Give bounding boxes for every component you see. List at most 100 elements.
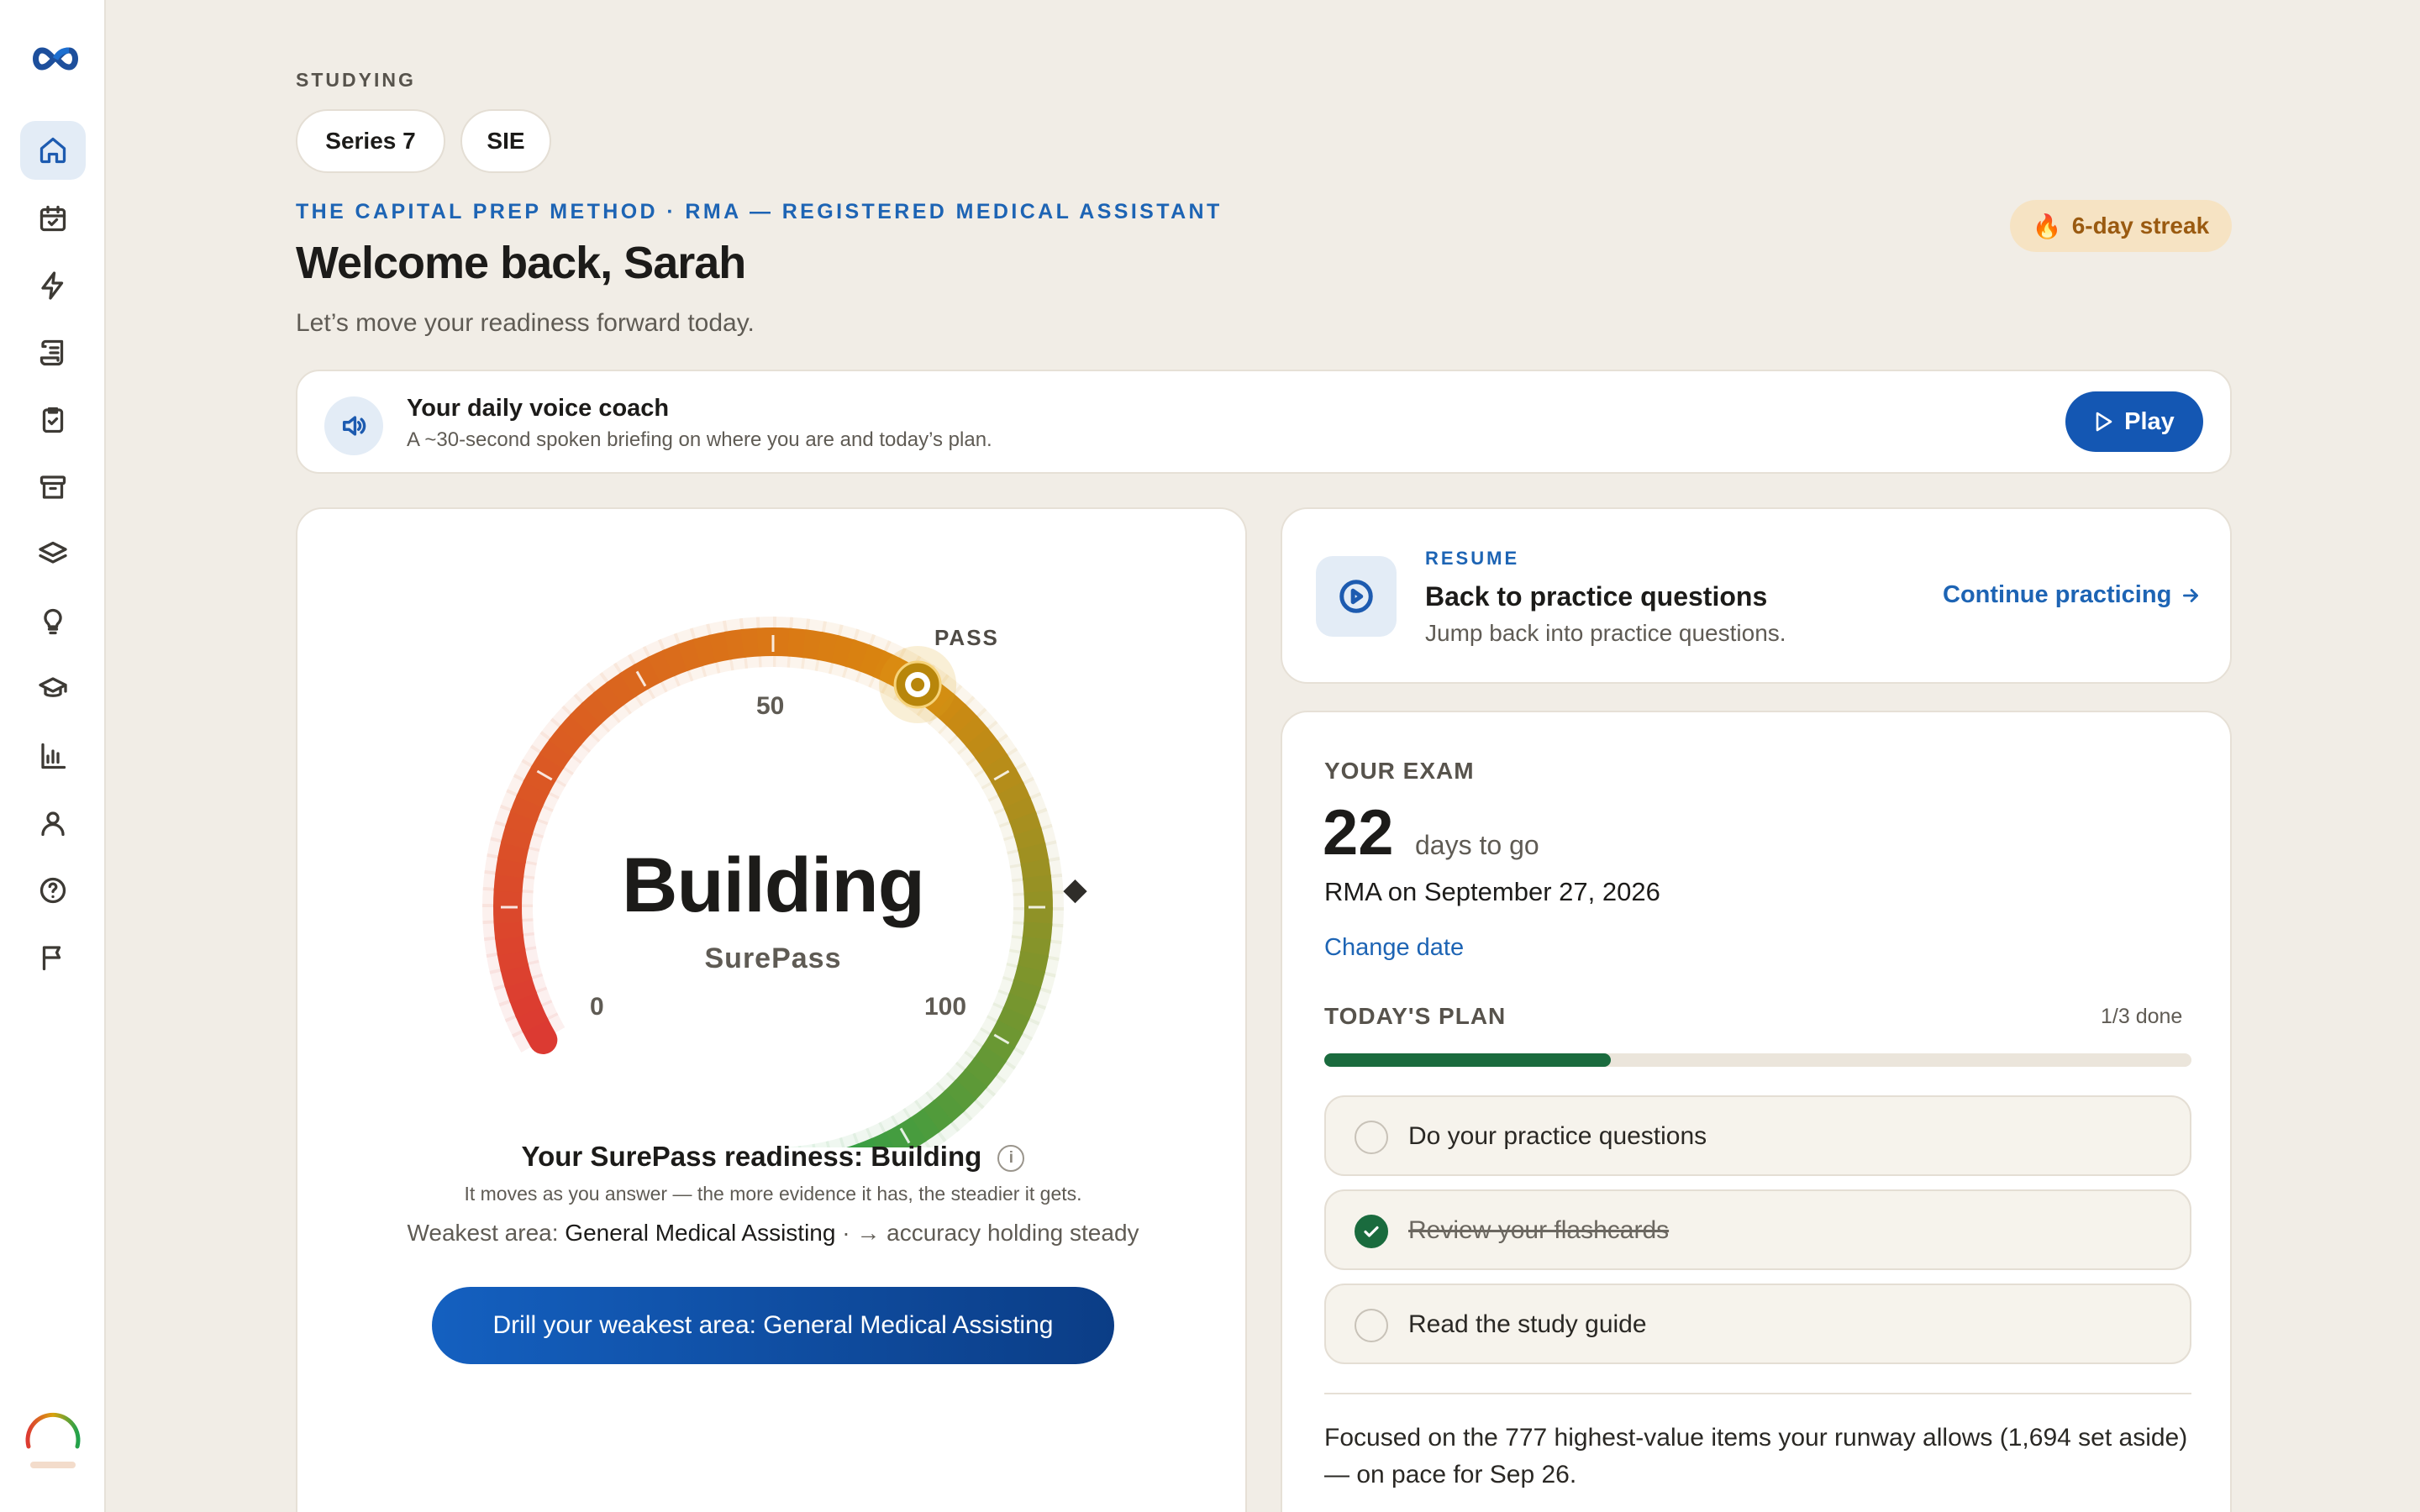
gauge-arc-segment xyxy=(933,1089,965,1123)
check-icon xyxy=(1364,1226,1379,1237)
gauge-label-50: 50 xyxy=(756,692,785,720)
plan-done-count: 1/3 done xyxy=(2101,1005,2183,1028)
gauge-arc-segment xyxy=(509,990,543,1018)
gauge-arc-segment xyxy=(772,627,792,657)
streak-badge: 🔥 6-day streak xyxy=(2010,200,2232,252)
nav-profile[interactable] xyxy=(20,794,86,853)
gauge-arc-segment xyxy=(1008,811,1042,837)
weakest-prefix: Weakest area: xyxy=(407,1220,559,1246)
gauge-arc-segment xyxy=(816,632,840,664)
resume-card[interactable]: RESUME Back to practice questions Jump b… xyxy=(1281,507,2232,684)
mini-readiness-gauge-icon[interactable] xyxy=(22,1404,84,1472)
gauge-arc-segment xyxy=(515,1004,549,1033)
lightning-icon xyxy=(41,271,64,300)
plan-task-label: Review your flashcards xyxy=(1408,1216,1670,1244)
resume-eyebrow: RESUME xyxy=(1425,548,1520,569)
gauge-arc-segment xyxy=(909,1108,940,1142)
gauge-arc-segment xyxy=(973,1045,1007,1077)
gauge-arc-segment xyxy=(1008,979,1042,1005)
exam-chip-series7[interactable]: Series 7 xyxy=(296,109,445,173)
logo-icon[interactable] xyxy=(30,44,81,74)
page-subtitle: Let’s move your readiness forward today. xyxy=(296,309,755,337)
gauge-label-100: 100 xyxy=(924,993,967,1021)
streak-label: 6-day streak xyxy=(2071,213,2210,239)
weakest-area-line: Weakest area: General Medical Assisting … xyxy=(297,1220,1249,1247)
gauge-arc-segment xyxy=(990,767,1024,797)
exam-card: YOUR EXAM 22 days to go RMA on September… xyxy=(1281,711,2232,1512)
gauge-arc-segment xyxy=(859,644,886,678)
gauge-arc-segment xyxy=(965,727,999,759)
checkbox-icon[interactable] xyxy=(1355,1215,1388,1248)
gauge-arc-segment xyxy=(677,638,703,672)
gauge-handle-center xyxy=(911,677,925,691)
plan-task[interactable]: Read the study guide xyxy=(1324,1284,2191,1364)
gauge-arc-segment xyxy=(945,703,979,737)
nav-stats[interactable] xyxy=(20,727,86,785)
exam-chip-sie[interactable]: SIE xyxy=(460,109,551,173)
plan-task[interactable]: Review your flashcards xyxy=(1324,1189,2191,1270)
program-eyebrow: THE CAPITAL PREP METHOD · RMA — REGISTER… xyxy=(296,200,1223,223)
info-icon[interactable]: i xyxy=(997,1145,1025,1172)
continue-practicing-link[interactable]: Continue practicing xyxy=(1943,581,2202,609)
checkbox-icon[interactable] xyxy=(1355,1309,1388,1342)
gauge-arc-segment xyxy=(516,779,550,808)
exam-label: YOUR EXAM xyxy=(1324,758,1475,784)
readiness-card: 50 PASS 0 100 Building SurePass Your Sur… xyxy=(296,507,1247,1512)
gauge-arc-segment xyxy=(569,701,602,735)
resume-title: Back to practice questions xyxy=(1425,581,1768,612)
gauge-arc-segment xyxy=(510,794,544,822)
user-icon xyxy=(41,811,65,837)
gauge-arc-segment xyxy=(740,627,761,659)
voice-coach-title: Your daily voice coach xyxy=(407,395,670,422)
gauge-arc-segment xyxy=(581,691,613,725)
nav-tests[interactable] xyxy=(20,391,86,449)
gauge-arc-segment xyxy=(1002,993,1036,1021)
nav-archive[interactable] xyxy=(20,458,86,517)
nav-courses[interactable] xyxy=(20,659,86,718)
gauge-arc-segment xyxy=(996,1006,1030,1036)
gauge-arc-segment xyxy=(530,751,565,782)
gauge-arc-segment xyxy=(944,1079,977,1113)
gauge-arc-segment xyxy=(558,713,592,746)
change-date-link[interactable]: Change date xyxy=(1324,934,1464,962)
nav-flashcards[interactable] xyxy=(20,525,86,584)
gauge-status-word: Building xyxy=(622,843,925,928)
nav-study-guide[interactable] xyxy=(20,323,86,382)
nav-calendar[interactable] xyxy=(20,189,86,248)
plan-progress-fill xyxy=(1324,1053,1611,1067)
play-button-label: Play xyxy=(2124,407,2175,435)
exam-date: RMA on September 27, 2026 xyxy=(1324,877,1660,906)
gauge-arc-segment xyxy=(539,738,573,769)
page-title: Welcome back, Sarah xyxy=(296,238,746,288)
gauge-arc-segment xyxy=(787,627,808,659)
readiness-gauge xyxy=(482,617,1087,1147)
gauge-arc-segment xyxy=(981,1032,1016,1063)
play-button[interactable]: Play xyxy=(2065,391,2203,452)
plan-progress-bar xyxy=(1324,1053,2191,1067)
nav-quick[interactable] xyxy=(20,256,86,315)
layers-icon xyxy=(39,541,67,564)
nav-help[interactable] xyxy=(20,861,86,920)
gauge-arc-segment xyxy=(647,649,676,683)
focus-summary: Focused on the 777 highest-value items y… xyxy=(1324,1424,2188,1488)
help-circle-icon xyxy=(39,877,66,904)
gauge-arc-segment xyxy=(708,631,732,664)
nav-tips[interactable] xyxy=(20,592,86,651)
gauge-arc-segment xyxy=(802,629,824,661)
plan-task[interactable]: Do your practice questions xyxy=(1324,1095,2191,1176)
gauge-arc-segment xyxy=(662,643,690,677)
gauge-arc-segment xyxy=(997,781,1031,811)
drill-weakest-button[interactable]: Drill your weakest area: General Medical… xyxy=(432,1287,1114,1364)
readiness-prefix: Your SurePass readiness: xyxy=(521,1141,864,1172)
arrow-right-icon xyxy=(2183,588,2199,602)
gauge-arc-segment xyxy=(844,638,871,672)
play-circle-icon xyxy=(1316,556,1397,637)
nav-report[interactable] xyxy=(20,928,86,987)
nav-home[interactable] xyxy=(20,121,86,180)
checkbox-icon[interactable] xyxy=(1355,1121,1388,1154)
continue-practicing-label: Continue practicing xyxy=(1943,581,2172,608)
divider xyxy=(1324,1393,2191,1394)
gauge-arc-segment xyxy=(633,656,663,690)
todays-plan-label: TODAY'S PLAN xyxy=(1324,1003,1507,1029)
play-icon xyxy=(2096,412,2112,432)
